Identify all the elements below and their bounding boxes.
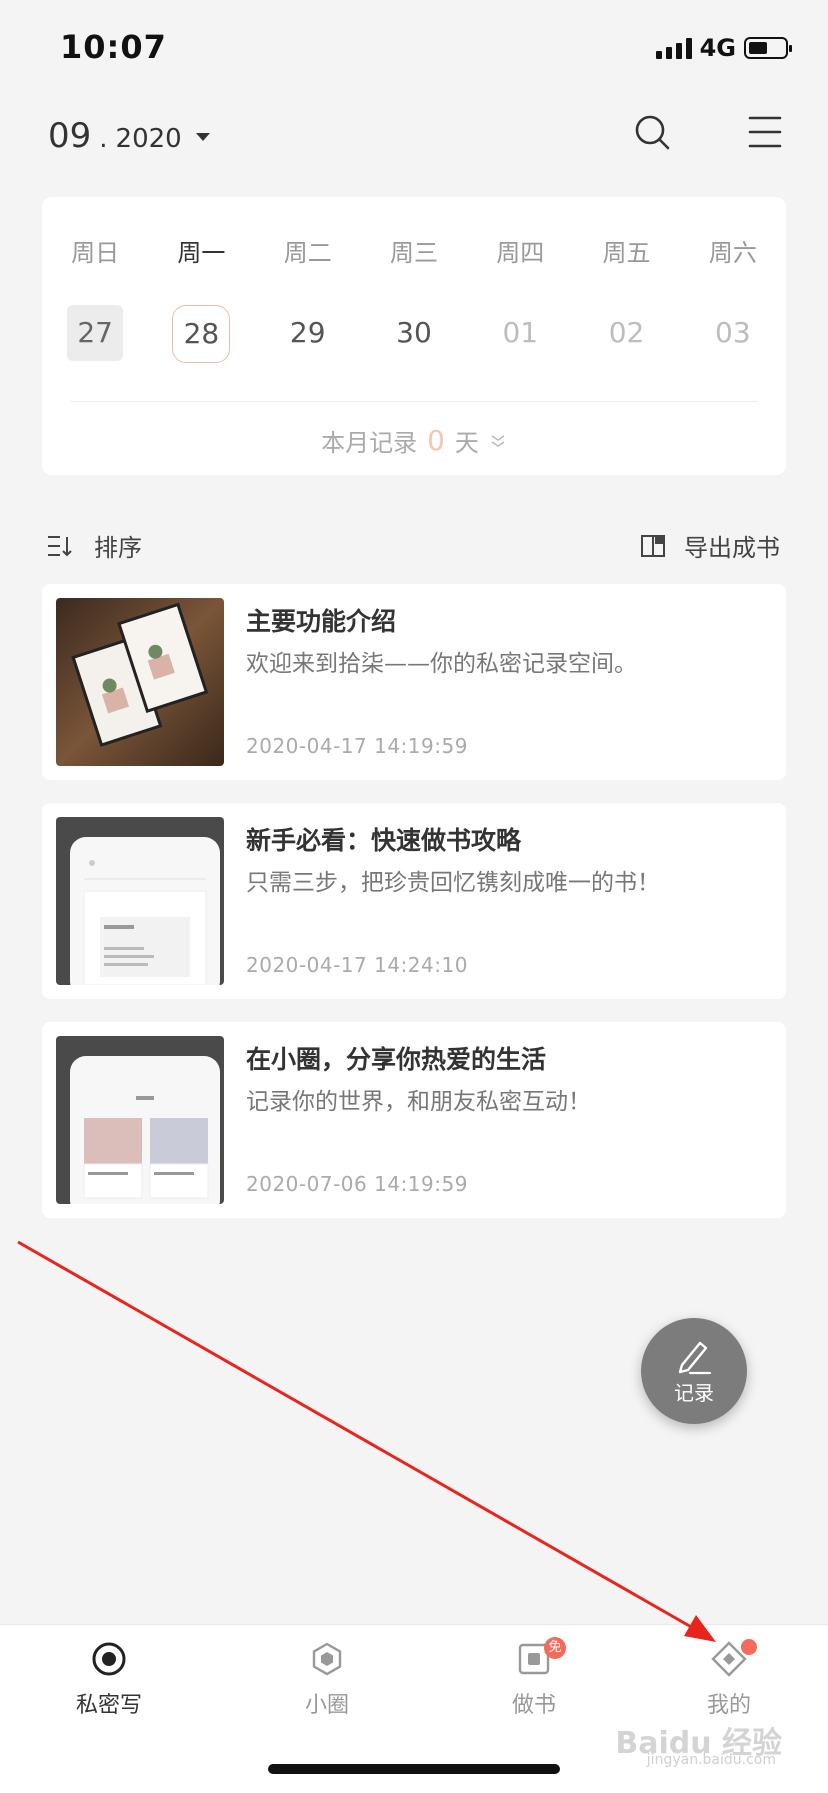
entry-thumbnail [56, 817, 224, 985]
status-time: 10:07 [60, 28, 167, 66]
calendar-day-today[interactable]: 28 [172, 305, 231, 363]
export-label: 导出成书 [684, 534, 780, 562]
network-label: 4G [699, 34, 736, 62]
entry-date: 2020-07-06 14:19:59 [246, 1172, 468, 1196]
watermark-url: jingyan.baidu.com [646, 1752, 776, 1768]
list-item[interactable]: 主要功能介绍 欢迎来到拾柒——你的私密记录空间。 2020-04-17 14:1… [42, 584, 786, 780]
tab-label: 做书 [511, 1693, 556, 1718]
calendar-day[interactable]: 27 [67, 305, 124, 361]
record-circle-icon [92, 1642, 126, 1676]
entry-subtitle: 记录你的世界，和朋友私密互动！ [246, 1089, 591, 1115]
export-book-button[interactable]: 导出成书 [640, 528, 780, 563]
tab-mine[interactable]: 我的 [659, 1639, 799, 1719]
entry-date: 2020-04-17 14:24:10 [246, 953, 468, 977]
tab-circle[interactable]: 小圈 [257, 1639, 397, 1719]
weekday-label: 周五 [602, 239, 651, 267]
weekday-label: 周一 [177, 239, 226, 267]
signal-icon [655, 37, 692, 59]
tab-label: 小圈 [304, 1693, 349, 1718]
caret-down-icon [195, 133, 210, 141]
month-number: 09 [48, 116, 92, 156]
search-icon [635, 115, 670, 150]
divider [70, 401, 758, 402]
entry-subtitle: 只需三步，把珍贵回忆镌刻成唯一的书！ [246, 870, 660, 896]
sort-button[interactable]: 排序 [46, 528, 142, 563]
tab-label: 私密写 [75, 1693, 142, 1718]
calendar-day[interactable]: 01 [492, 305, 548, 361]
date-row: 27 28 29 30 01 02 03 [42, 305, 786, 363]
list-item[interactable]: 在小圈，分享你热爱的生活 记录你的世界，和朋友私密互动！ 2020-07-06 … [42, 1022, 786, 1218]
record-label: 记录 [674, 1380, 714, 1405]
month-separator: . [99, 124, 108, 154]
tab-private-write[interactable]: 私密写 [39, 1639, 179, 1719]
entry-subtitle: 欢迎来到拾柒——你的私密记录空间。 [246, 651, 637, 677]
free-badge: 免 [544, 1637, 566, 1659]
entry-title: 主要功能介绍 [246, 607, 397, 636]
calendar-card: 周日 周一 周二 周三 周四 周五 周六 27 28 29 30 01 02 0… [42, 197, 786, 475]
calendar-day[interactable]: 02 [599, 305, 655, 361]
sort-icon [48, 535, 72, 556]
summary-count: 0 [427, 424, 445, 457]
weekday-label: 周三 [389, 239, 438, 267]
month-selector[interactable]: 09 . 2020 [48, 116, 210, 156]
hexagon-icon [312, 1642, 342, 1676]
notification-dot [741, 1639, 757, 1655]
entry-title: 新手必看：快速做书攻略 [246, 826, 522, 855]
calendar-day[interactable]: 30 [386, 305, 442, 361]
list-item[interactable]: 新手必看：快速做书攻略 只需三步，把珍贵回忆镌刻成唯一的书！ 2020-04-1… [42, 803, 786, 999]
chevron-double-down-icon [491, 434, 505, 447]
summary-prefix: 本月记录 [321, 429, 418, 457]
weekday-row: 周日 周一 周二 周三 周四 周五 周六 [42, 233, 786, 268]
entry-title: 在小圈，分享你热爱的生活 [246, 1045, 547, 1074]
menu-button[interactable] [742, 110, 788, 156]
entry-thumbnail [56, 1036, 224, 1204]
home-indicator [268, 1764, 560, 1774]
tab-make-book[interactable]: 免 做书 [464, 1637, 604, 1719]
tab-label: 我的 [706, 1693, 751, 1718]
calendar-day[interactable]: 03 [705, 305, 761, 361]
weekday-label: 周日 [71, 239, 120, 267]
search-button[interactable] [630, 110, 676, 156]
book-open-icon [641, 534, 665, 557]
entry-thumbnail [56, 598, 224, 766]
sort-label: 排序 [94, 534, 142, 562]
weekday-label: 周四 [496, 239, 545, 267]
status-indicators: 4G [655, 34, 792, 62]
calendar-day[interactable]: 29 [280, 305, 336, 361]
summary-suffix: 天 [454, 429, 479, 457]
record-button[interactable]: 记录 [641, 1318, 747, 1424]
battery-icon [744, 37, 792, 59]
pen-icon [678, 1341, 712, 1374]
month-record-summary[interactable]: 本月记录 0 天 [42, 423, 786, 458]
weekday-label: 周六 [708, 239, 757, 267]
weekday-label: 周二 [283, 239, 332, 267]
menu-icon [748, 116, 782, 148]
entry-date: 2020-04-17 14:19:59 [246, 734, 468, 758]
year-number: 2020 [115, 124, 182, 154]
